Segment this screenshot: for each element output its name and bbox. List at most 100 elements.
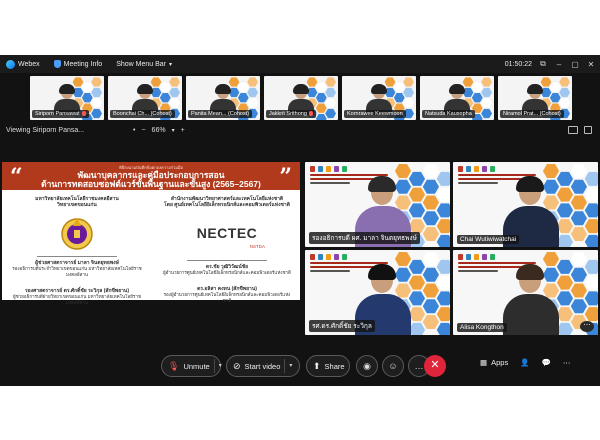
participant-name-text: Boonchai Ch... (Cohost) bbox=[113, 111, 172, 117]
start-video-button[interactable]: ⊘ Start video ▾ bbox=[226, 355, 300, 377]
layout-icon[interactable] bbox=[568, 126, 578, 134]
muted-icon bbox=[308, 111, 313, 117]
participant-name-text: Panita Mean... (Cohost) bbox=[191, 111, 250, 117]
record-button[interactable]: ◉ bbox=[356, 355, 378, 377]
participant-strip: Siriporn Pansawat Boonchai Ch... (Cohost)… bbox=[30, 76, 576, 120]
background-logos bbox=[310, 254, 347, 260]
left-signer1-role: รองอธิการบดีประจำวิทยาเขตขอนแก่น มหาวิทย… bbox=[12, 266, 142, 277]
participant-name-text: Niramol Prat... (Cohost) bbox=[503, 111, 561, 117]
meeting-controls: 🎙 Unmute ▾ ⊘ Start video ▾ ⬆ Share ◉ ☺ …… bbox=[0, 352, 600, 382]
start-video-label: Start video bbox=[244, 361, 281, 371]
background-logos bbox=[310, 166, 347, 172]
popout-icon[interactable]: ⧉ bbox=[538, 59, 548, 69]
participant-name-text: Siriporn Pansawat bbox=[35, 111, 80, 117]
nstda-logo-text: NSTDA bbox=[249, 244, 265, 249]
chevron-down-icon[interactable]: ▾ bbox=[284, 359, 292, 373]
video-gallery: รองอธิการบดี ผศ. มาลา จินตยุทธพงษ์ Chai W… bbox=[305, 162, 598, 335]
participant-thumbnail[interactable]: Boonchai Ch... (Cohost) bbox=[108, 76, 182, 120]
view-bar: Viewing Siriporn Pansa... • − 66% ▾ + bbox=[0, 125, 600, 139]
more-options-icon[interactable]: ⋯ bbox=[580, 321, 594, 332]
share-label: Share bbox=[324, 361, 345, 371]
share-button[interactable]: ⬆ Share bbox=[306, 355, 350, 377]
show-menu-bar-label: Show Menu Bar bbox=[116, 60, 167, 68]
share-screen-icon: ⬆ bbox=[313, 360, 321, 371]
show-menu-bar-button[interactable]: Show Menu Bar ▾ bbox=[116, 61, 172, 68]
participant-name: Alisa Kongthon bbox=[457, 323, 507, 332]
participant-thumbnail[interactable]: Kornrawee Keewmoon bbox=[342, 76, 416, 120]
muted-icon bbox=[81, 111, 86, 117]
webex-meeting-window: Webex Meeting Info Show Menu Bar ▾ 01:50… bbox=[0, 55, 600, 386]
right-signer1-role: ผู้อำนวยการศูนย์เทคโนโลยีอิเล็กทรอนิกส์แ… bbox=[163, 270, 291, 275]
participant-name: รองอธิการบดี ผศ. มาลา จินตยุทธพงษ์ bbox=[309, 232, 420, 244]
close-quote-icon: ” bbox=[279, 164, 292, 190]
more-icon: … bbox=[414, 361, 424, 371]
right-org-line2: โดย ศูนย์เทคโนโลยีอิเล็กทรอนิกส์และคอมพิ… bbox=[164, 202, 290, 208]
participant-name: รศ.ดร.ศักดิ์ชัย ระวิกุล bbox=[309, 320, 375, 332]
shield-icon bbox=[53, 60, 61, 68]
camera-off-icon: ⊘ bbox=[233, 360, 241, 371]
participant-name-text: Jakkrit Srithong bbox=[269, 111, 307, 117]
shared-content: “ พิธีลงนามบันทึกข้อตกลงความร่วมมือ พัฒน… bbox=[2, 162, 300, 305]
left-signer2-role: ผู้ช่วยอธิการบดีฝ่ายวิทยาเขตขอนแก่น มหาว… bbox=[13, 294, 141, 305]
apps-button[interactable]: ▦ Apps bbox=[480, 358, 508, 367]
fullscreen-icon[interactable] bbox=[584, 126, 592, 134]
zoom-level: 66% bbox=[151, 127, 166, 134]
participant-name: Niramol Prat... (Cohost) bbox=[500, 110, 564, 118]
leave-meeting-button[interactable]: ✕ bbox=[424, 355, 446, 377]
smiley-icon: ☺ bbox=[388, 361, 398, 371]
participant-name: Siriporn Pansawat bbox=[32, 110, 89, 118]
meeting-info-label: Meeting Info bbox=[63, 60, 103, 68]
unmute-label: Unmute bbox=[183, 361, 210, 371]
reactions-button[interactable]: ☺ bbox=[382, 355, 404, 377]
meeting-timer: 01:50:22 bbox=[504, 60, 532, 68]
participant-name: Jakkrit Srithong bbox=[266, 110, 316, 118]
participants-icon[interactable]: 👤 bbox=[520, 358, 529, 367]
app-name: Webex bbox=[18, 60, 40, 68]
record-icon: ◉ bbox=[363, 361, 371, 371]
more-panels-icon[interactable]: ⋯ bbox=[563, 358, 571, 367]
nectec-logo-text: NECTEC bbox=[196, 225, 258, 241]
apps-label: Apps bbox=[491, 358, 509, 367]
video-tile[interactable]: Chai Wutiwiwatchai bbox=[453, 162, 598, 247]
video-tile[interactable]: รองอธิการบดี ผศ. มาลา จินตยุทธพงษ์ bbox=[305, 162, 450, 247]
webex-app[interactable]: Webex bbox=[6, 59, 40, 69]
participant-name-text: Natsuda Kausopha bbox=[425, 111, 472, 117]
meeting-info-button[interactable]: Meeting Info bbox=[53, 60, 103, 68]
video-tile[interactable]: Alisa Kongthon ⋯ bbox=[453, 250, 598, 335]
close-icon: ✕ bbox=[430, 359, 440, 371]
participant-thumbnail[interactable]: Niramol Prat... (Cohost) bbox=[498, 76, 572, 120]
open-quote-icon: “ bbox=[10, 164, 23, 190]
participant-thumbnail[interactable]: Siriporn Pansawat bbox=[30, 76, 104, 120]
participant-name: Kornrawee Keewmoon bbox=[344, 110, 406, 118]
participant-name-text: Kornrawee Keewmoon bbox=[347, 111, 403, 117]
close-icon[interactable]: ✕ bbox=[586, 60, 596, 69]
video-tile[interactable]: รศ.ดร.ศักดิ์ชัย ระวิกุล bbox=[305, 250, 450, 335]
webex-logo-icon bbox=[6, 59, 15, 69]
dot-separator: • bbox=[133, 127, 136, 134]
right-signer2-role: รองผู้อำนวยการศูนย์เทคโนโลยีอิเล็กทรอนิก… bbox=[163, 292, 291, 303]
zoom-out-button[interactable]: − bbox=[141, 127, 145, 134]
viewing-label: Viewing Siriporn Pansa... bbox=[6, 127, 85, 134]
chevron-down-icon: ▾ bbox=[169, 61, 173, 68]
university-emblem-icon bbox=[59, 214, 95, 252]
chat-icon[interactable]: 💬 bbox=[542, 358, 551, 367]
participant-thumbnail[interactable]: Jakkrit Srithong bbox=[264, 76, 338, 120]
unmute-button[interactable]: 🎙 Unmute ▾ bbox=[161, 355, 222, 377]
maximize-icon[interactable]: ▢ bbox=[570, 60, 580, 69]
minimize-icon[interactable]: – bbox=[554, 60, 564, 69]
zoom-in-button[interactable]: + bbox=[181, 127, 185, 134]
chevron-down-icon[interactable]: ▾ bbox=[213, 359, 222, 373]
slide-right-column: สำนักงานพัฒนาวิทยาศาสตร์และเทคโนโลยีแห่ง… bbox=[162, 196, 292, 304]
slide-left-column: มหาวิทยาลัยเทคโนโลยีราชมงคลอีสาน วิทยาเข… bbox=[12, 196, 142, 306]
microphone-muted-icon: 🎙 bbox=[168, 360, 180, 371]
slide-title-line2: ด้านการทดสอบซอฟต์แวร์ขั้นพื้นฐานและขั้นส… bbox=[41, 179, 261, 189]
left-org-line2: วิทยาเขตขอนแก่น bbox=[57, 202, 97, 208]
participant-name: Boonchai Ch... (Cohost) bbox=[110, 110, 175, 118]
participant-thumbnail[interactable]: Natsuda Kausopha bbox=[420, 76, 494, 120]
title-bar: Webex Meeting Info Show Menu Bar ▾ 01:50… bbox=[0, 55, 600, 73]
apps-grid-icon: ▦ bbox=[480, 358, 488, 367]
participant-name: Panita Mean... (Cohost) bbox=[188, 110, 253, 118]
participant-thumbnail[interactable]: Panita Mean... (Cohost) bbox=[186, 76, 260, 120]
background-logos bbox=[458, 254, 495, 260]
zoom-dropdown-icon[interactable]: ▾ bbox=[172, 127, 175, 134]
